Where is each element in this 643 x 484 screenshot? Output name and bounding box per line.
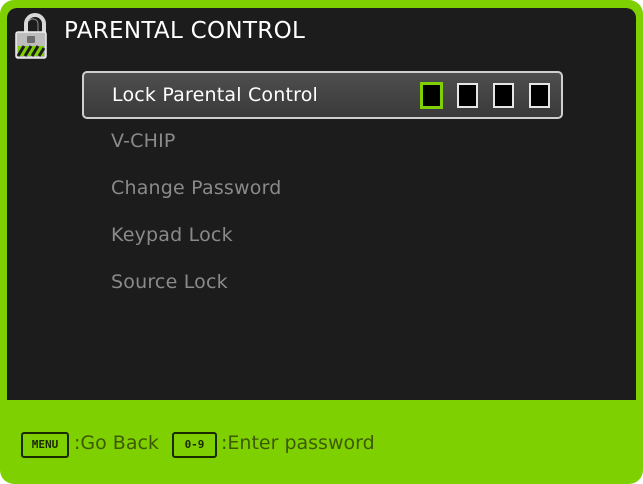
menu-item-v-chip[interactable]: V-CHIP (111, 130, 176, 152)
menu-item-source-lock[interactable]: Source Lock (111, 271, 228, 293)
menu-panel: PARENTAL CONTROL Lock Parental Control V… (7, 8, 636, 400)
number-keys-icon: 0-9 (172, 432, 217, 458)
password-digit-1[interactable] (421, 83, 442, 108)
menu-item-keypad-lock[interactable]: Keypad Lock (111, 224, 233, 246)
go-back-hint: :Go Back (74, 432, 159, 454)
footer-hint-bar: MENU :Go Back 0-9 :Enter password (0, 400, 643, 484)
menu-item-label: Lock Parental Control (112, 84, 319, 106)
page-title: PARENTAL CONTROL (64, 18, 306, 44)
enter-password-hint: :Enter password (221, 432, 375, 454)
parental-control-window: PARENTAL CONTROL Lock Parental Control V… (0, 0, 643, 484)
menu-item-lock-parental-control[interactable]: Lock Parental Control (82, 71, 563, 119)
password-digit-2[interactable] (457, 83, 478, 108)
padlock-icon (15, 13, 47, 59)
menu-key-icon: MENU (21, 432, 69, 458)
password-digit-4[interactable] (529, 83, 550, 108)
menu-item-change-password[interactable]: Change Password (111, 177, 282, 199)
password-digit-3[interactable] (493, 83, 514, 108)
